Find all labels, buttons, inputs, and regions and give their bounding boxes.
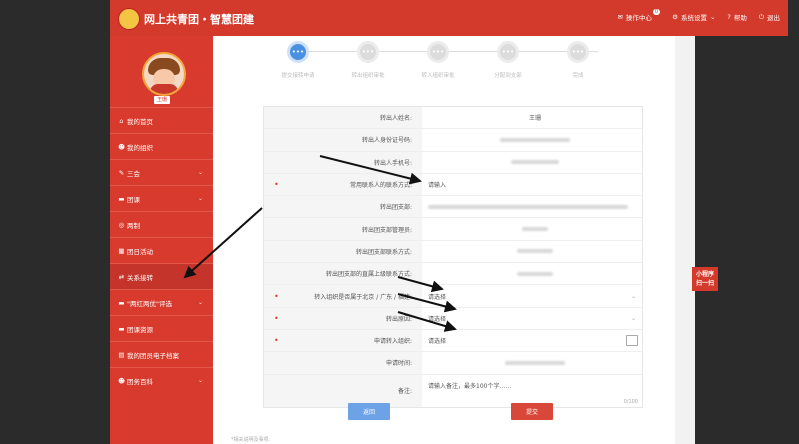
step-assign-branch: ••• 分配到支部 [478, 41, 538, 79]
edit-icon[interactable] [626, 335, 638, 347]
step-dot: ••• [567, 41, 589, 63]
right-gutter [675, 36, 695, 444]
form-row-target-org: • 申请转入组织: 请选择 [264, 329, 642, 353]
settings-menu[interactable]: ⚙ 系统设置 ⌄ [672, 12, 715, 22]
step-in-approval: ••• 转入组织审批 [408, 41, 468, 79]
form-row-name: 转出人姓名: 王珊 [264, 107, 642, 130]
form-row-id-number: 转出人身份证号码: [264, 129, 642, 152]
sidebar-item-three-meetings[interactable]: ✎ 三会 ⌄ [110, 159, 213, 185]
step-done: ••• 完成 [548, 41, 608, 79]
form-row-contact: • 常用联系人的联系方式: 请输入 [264, 173, 642, 197]
redacted-value [428, 204, 628, 209]
sidebar-menu: ⌂ 我的首页 ☻ 我的组织 ✎ 三会 ⌄ ▬ 团课 ⌄ ◎ 两制 ▦ 团日活动 ⇄ 关系接转 ▬ "… [110, 107, 213, 393]
step-out-approval: ••• 转出组织审批 [338, 41, 398, 79]
calendar-icon: ▦ [118, 246, 125, 255]
form-row-region: • 转入组织是否属于北京 / 广东 / 福建: 请选择 ⌄ [264, 285, 642, 308]
chevron-down-icon: ⌄ [630, 292, 636, 300]
sidebar-item-league-class[interactable]: ▬ 团课 ⌄ [110, 185, 213, 211]
sidebar-item-home[interactable]: ⌂ 我的首页 [110, 107, 213, 133]
youth-league-logo [118, 8, 140, 30]
progress-steps: ••• 提交接转申请 ••• 转出组织审批 ••• 转入组织审批 ••• 分配到支部 •… [268, 41, 628, 89]
sidebar-item-class-resources[interactable]: ▬ 团课资源 [110, 315, 213, 341]
transfer-out-name-value: 王珊 [528, 115, 541, 123]
home-icon: ⌂ [119, 116, 124, 125]
avatar[interactable] [142, 52, 186, 96]
sidebar-item-league-day[interactable]: ▦ 团日活动 [110, 237, 213, 263]
sidebar: 王珊 ⌂ 我的首页 ☻ 我的组织 ✎ 三会 ⌄ ▬ 团课 ⌄ ◎ 两制 ▦ 团日活动 ⇄ 关系接转… [110, 36, 213, 444]
logout-link[interactable]: ⏻ 退出 [758, 12, 780, 23]
page-scrollbar[interactable] [788, 0, 799, 444]
redacted-value [517, 249, 553, 254]
form-row-apply-time: 申请时间: [264, 352, 642, 375]
users-icon: ☻ [118, 142, 125, 151]
chevron-down-icon: ⌄ [197, 299, 203, 306]
transfer-icon: ⇄ [118, 272, 125, 281]
edit-icon: ✎ [118, 168, 125, 177]
screen: 网上共青团・智慧团建 ✉ 操作中心 0 ⚙ 系统设置 ⌄ ? 帮助 ⏻ 退出 王… [0, 0, 799, 444]
redacted-value [522, 227, 548, 232]
mini-program-qr-button[interactable]: 小程序 扫一扫 [692, 267, 718, 291]
users-icon: ☻ [118, 376, 125, 385]
target-org-picker[interactable]: 请选择 [422, 330, 642, 351]
form-row-remark: 备注: 请输入备注，最多100个字…… 0/100 [264, 374, 642, 407]
chevron-down-icon: ⌄ [709, 13, 716, 21]
chevron-down-icon: ⌄ [630, 314, 636, 322]
top-bar: 网上共青团・智慧团建 ✉ 操作中心 0 ⚙ 系统设置 ⌄ ? 帮助 ⏻ 退出 [110, 0, 788, 36]
required-marker: • [274, 313, 279, 323]
form-row-phone: 转出人手机号: [264, 151, 642, 174]
power-icon: ⏻ [758, 12, 764, 21]
region-select[interactable]: 请选择 ⌄ [422, 285, 642, 306]
form-row-out-branch: 转出团支部: [264, 196, 642, 219]
file-icon: ▤ [118, 350, 125, 359]
sidebar-item-encyclopedia[interactable]: ☻ 团务百科 ⌄ [110, 367, 213, 393]
step-dot: ••• [497, 41, 519, 63]
remark-textarea[interactable]: 请输入备注，最多100个字…… 0/100 [422, 375, 642, 407]
main-content: ••• 提交接转申请 ••• 转出组织审批 ••• 转入组织审批 ••• 分配到支部 •… [213, 36, 675, 444]
chevron-down-icon: ⌄ [197, 195, 203, 202]
redacted-value [500, 137, 570, 142]
redacted-value [517, 271, 553, 276]
form-row-superior-contact: 转出团支部的直属上级联系方式: [264, 263, 642, 286]
step-dot: ••• [357, 41, 379, 63]
mail-icon: ✉ [617, 13, 623, 21]
back-button[interactable]: 返回 [348, 403, 390, 420]
required-marker: • [274, 180, 279, 190]
username-label: 王珊 [154, 96, 170, 104]
sidebar-item-two-red-two-excellent[interactable]: ▬ "两红两优"评选 ⌄ [110, 289, 213, 315]
step-dot-active: ••• [287, 41, 309, 63]
folder-icon: ▬ [118, 298, 125, 307]
step-submit: ••• 提交接转申请 [268, 41, 328, 79]
sidebar-item-electronic-archive[interactable]: ▤ 我的团员电子档案 [110, 341, 213, 367]
required-marker: • [274, 336, 279, 346]
folder-icon: ▬ [118, 324, 125, 333]
transfer-form: 转出人姓名: 王珊 转出人身份证号码: 转出人手机号: • 常用联系人的联系方式:… [263, 106, 643, 408]
redacted-value [511, 160, 559, 165]
sidebar-item-relation-transfer[interactable]: ⇄ 关系接转 [110, 263, 213, 289]
chevron-down-icon: ⌄ [197, 169, 203, 176]
app-title: 网上共青团・智慧团建 [144, 13, 254, 26]
reason-select[interactable]: 请选择 ⌄ [422, 308, 642, 329]
message-count-badge: 0 [652, 9, 661, 15]
folder-icon: ▬ [118, 194, 125, 203]
sidebar-item-my-org[interactable]: ☻ 我的组织 [110, 133, 213, 159]
bottom-note: *相关说明及事项： [231, 437, 274, 443]
target-icon: ◎ [118, 220, 125, 229]
form-row-branch-admin: 转出团支部管理员: [264, 218, 642, 241]
redacted-value [505, 360, 565, 365]
chevron-down-icon: ⌄ [197, 377, 203, 384]
required-marker: • [274, 291, 279, 301]
step-dot: ••• [427, 41, 449, 63]
gear-icon: ⚙ [672, 13, 678, 21]
message-center-link[interactable]: ✉ 操作中心 0 [617, 9, 661, 22]
avatar-body [150, 84, 178, 94]
help-link[interactable]: ? 帮助 [727, 12, 746, 22]
help-icon: ? [727, 13, 731, 21]
char-counter: 0/100 [623, 398, 638, 405]
form-row-reason: • 转出原因: 请选择 ⌄ [264, 307, 642, 330]
top-menu: ✉ 操作中心 0 ⚙ 系统设置 ⌄ ? 帮助 ⏻ 退出 [617, 9, 780, 23]
contact-input[interactable]: 请输入 [422, 174, 642, 195]
sidebar-item-two-systems[interactable]: ◎ 两制 [110, 211, 213, 237]
submit-button[interactable]: 提交 [511, 403, 553, 420]
form-row-branch-contact: 转出团支部联系方式: [264, 240, 642, 264]
